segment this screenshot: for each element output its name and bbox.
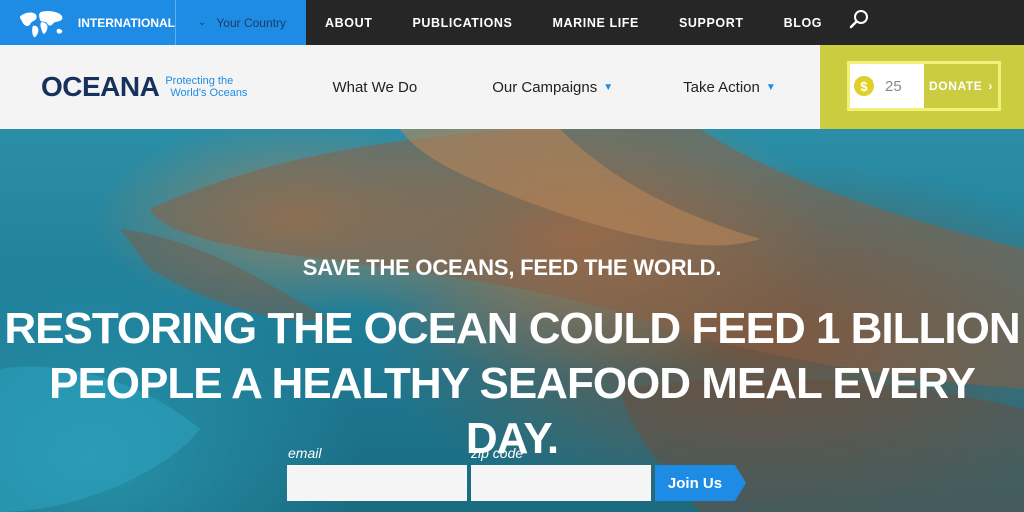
top-nav-marine-life[interactable]: MARINE LIFE (552, 16, 638, 30)
hero-headline: RESTORING THE OCEAN COULD FEED 1 BILLION… (0, 301, 1024, 466)
donate-panel: $ 25 DONATE › (820, 45, 1024, 129)
top-nav-about[interactable]: ABOUT (325, 16, 372, 30)
zip-code-label: zip code (471, 445, 524, 461)
country-label: Your Country (216, 15, 286, 30)
top-bar: INTERNATIONAL ⌄ Your Country ABOUT PUBLI… (0, 0, 1024, 45)
donation-amount-field[interactable]: $ 25 (850, 64, 924, 108)
international-link[interactable]: INTERNATIONAL (0, 0, 175, 45)
join-us-button[interactable]: Join Us (655, 465, 746, 501)
top-nav-blog[interactable]: BLOG (784, 16, 823, 30)
nav-take-action-label: Take Action (683, 78, 760, 96)
international-label: INTERNATIONAL (77, 15, 175, 30)
logo-tagline-line2: World's Oceans (170, 87, 248, 99)
chevron-right-icon: › (988, 79, 993, 93)
donate-button[interactable]: DONATE › (924, 64, 998, 108)
donate-form: $ 25 DONATE › (847, 61, 1001, 111)
chevron-down-icon: ⌄ (198, 17, 207, 28)
chevron-down-icon: ▼ (603, 81, 614, 93)
country-selector[interactable]: ⌄ Your Country (175, 0, 306, 45)
nav-what-we-do-label: What We Do (332, 78, 418, 96)
logo-tagline: Protecting the World's Oceans (165, 75, 247, 99)
top-nav-publications[interactable]: PUBLICATIONS (412, 16, 512, 30)
join-us-label: Join Us (667, 474, 723, 492)
donate-button-label: DONATE (929, 79, 983, 93)
hero-section: SAVE THE OCEANS, FEED THE WORLD. RESTORI… (0, 129, 1024, 512)
hero-tagline: SAVE THE OCEANS, FEED THE WORLD. (302, 255, 722, 280)
donation-amount-value: 25 (885, 77, 902, 95)
dollar-coin-icon: $ (854, 76, 874, 96)
hero-headline-line1: RESTORING THE OCEAN COULD FEED 1 BILLION (4, 304, 1020, 353)
email-label: email (288, 445, 322, 461)
nav-our-campaigns[interactable]: Our Campaigns ▼ (492, 79, 613, 96)
logo-wordmark: OCEANA (41, 71, 160, 102)
main-header: OCEANA Protecting the World's Oceans Wha… (0, 45, 820, 129)
nav-what-we-do[interactable]: What We Do (332, 79, 417, 96)
top-nav-support[interactable]: SUPPORT (679, 16, 744, 30)
top-nav: ABOUT PUBLICATIONS MARINE LIFE SUPPORT B… (325, 0, 862, 45)
chevron-down-icon: ▼ (765, 81, 776, 93)
search-icon[interactable] (848, 7, 872, 31)
world-map-icon (19, 10, 63, 37)
nav-our-campaigns-label: Our Campaigns (492, 78, 598, 96)
email-input[interactable] (287, 465, 467, 501)
main-nav: What We Do Our Campaigns ▼ Take Action ▼ (332, 79, 775, 96)
oceana-logo[interactable]: OCEANA Protecting the World's Oceans (41, 71, 247, 103)
logo-tagline-line1: Protecting the (165, 75, 234, 87)
zip-code-input[interactable] (471, 465, 651, 501)
nav-take-action[interactable]: Take Action ▼ (683, 79, 776, 96)
